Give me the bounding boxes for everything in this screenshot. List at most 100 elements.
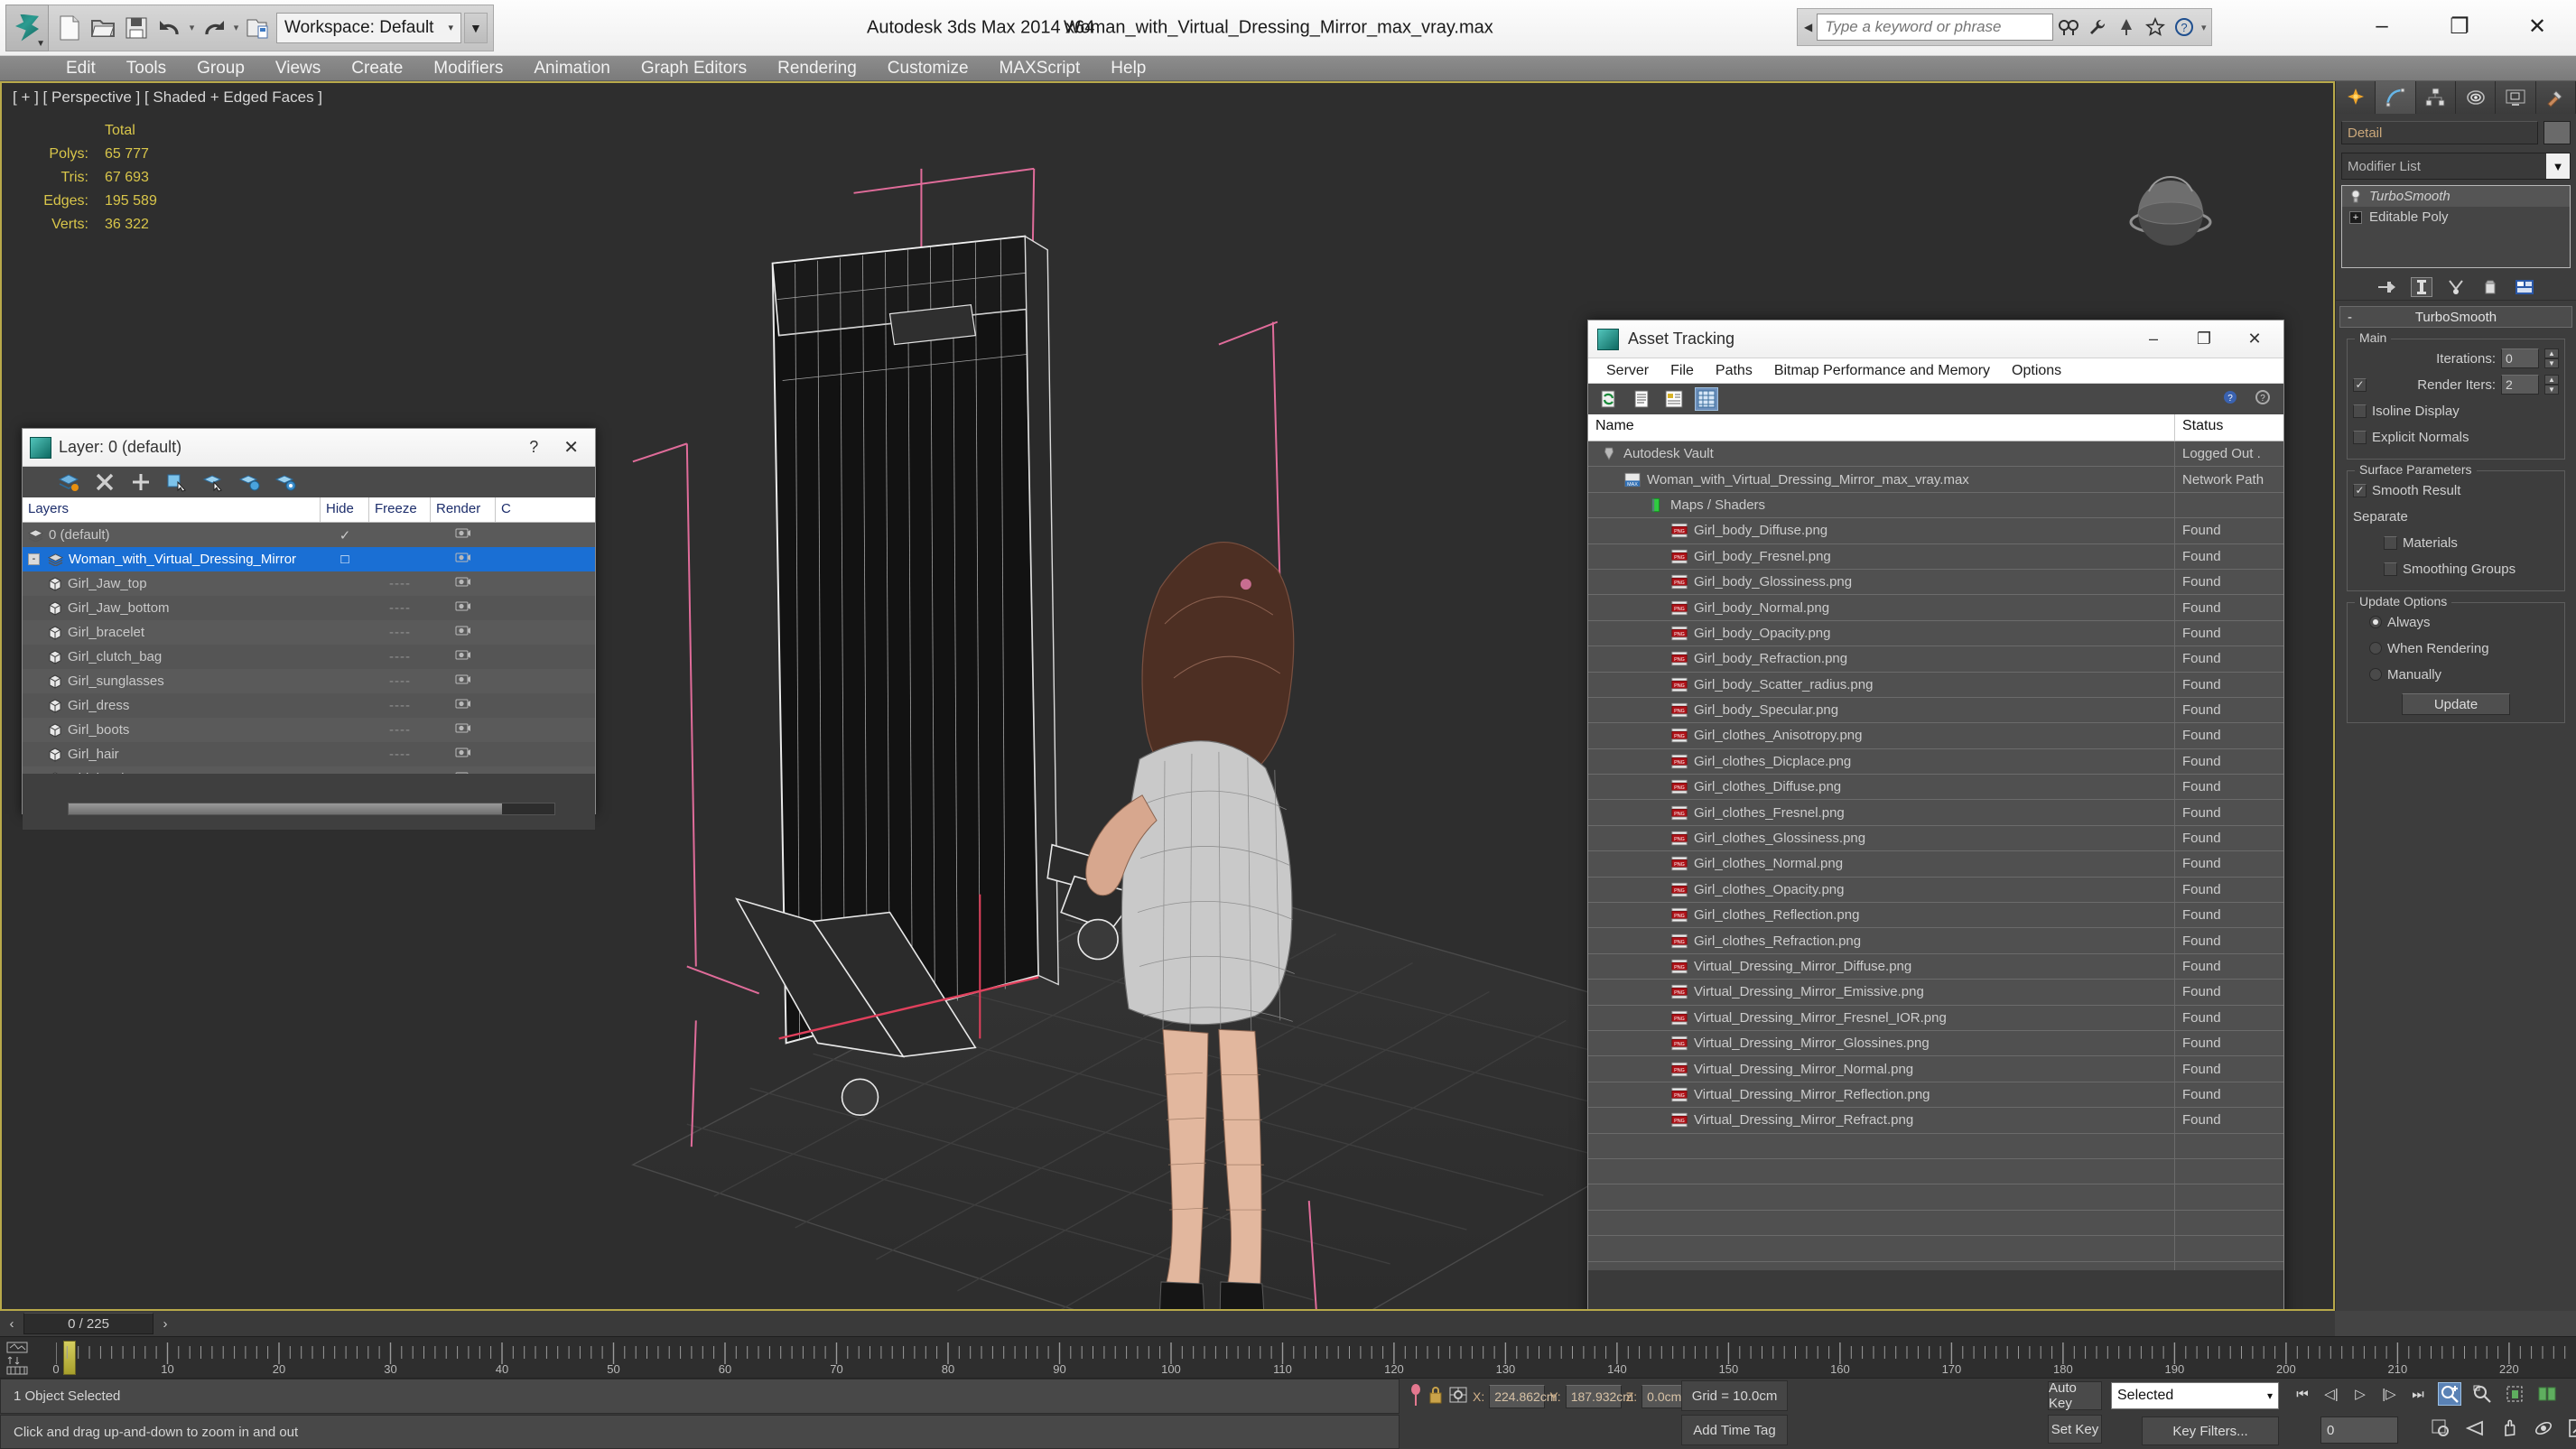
next-frame-icon[interactable]: |▷ — [2378, 1382, 2400, 1406]
make-unique-icon[interactable] — [2445, 277, 2467, 297]
delete-layer-icon[interactable] — [93, 471, 116, 493]
layer-row[interactable]: Girl_leash---- — [23, 766, 595, 774]
render-iters-checkbox[interactable]: ✓ — [2353, 377, 2367, 392]
asset-menu-options[interactable]: Options — [2001, 363, 2072, 379]
close-button[interactable]: ✕ — [2498, 0, 2576, 52]
explicit-normals-checkbox[interactable] — [2353, 430, 2367, 444]
view-cube[interactable] — [2113, 135, 2228, 251]
iterations-spinner[interactable]: ▲ ▼ — [2544, 348, 2559, 368]
maximize-viewport-toggle-icon[interactable] — [2566, 1416, 2576, 1440]
asset-maximize-button[interactable]: ❐ — [2179, 321, 2229, 358]
workspace-dropdown-button[interactable]: ▼ — [463, 12, 488, 43]
asset-row[interactable]: PNG Virtual_Dressing_Mirror_Diffuse.png Fo… — [1588, 953, 2283, 980]
help-dropdown-arrow[interactable]: ▾ — [2199, 22, 2208, 33]
asset-tracking-dialog[interactable]: Asset Tracking – ❐ ✕ Server File Paths B… — [1587, 320, 2284, 1309]
layer-freeze-cell[interactable]: ---- — [369, 698, 431, 713]
layer-row[interactable]: Girl_boots ---- — [23, 718, 595, 742]
save-file-button[interactable] — [121, 13, 152, 43]
update-manually-radio[interactable] — [2369, 668, 2382, 681]
project-folder-button[interactable] — [243, 13, 274, 43]
layer-freeze-cell[interactable]: ---- — [369, 747, 431, 762]
asset-row[interactable]: PNG Girl_body_Opacity.png Found — [1588, 620, 2283, 647]
asset-row[interactable]: PNG Girl_clothes_Opacity.png Found — [1588, 877, 2283, 904]
next-frame-button[interactable]: › — [153, 1312, 177, 1335]
layer-dialog-help-button[interactable]: ? — [520, 438, 547, 457]
layer-dialog[interactable]: Layer: 0 (default) ? ✕ Layers Hide Freez… — [22, 428, 596, 830]
frame-number-field[interactable]: 0 — [2320, 1416, 2398, 1444]
zoom-extents-all-icon[interactable] — [2535, 1382, 2559, 1406]
undo-dropdown-arrow[interactable]: ▾ — [188, 22, 196, 33]
asset-row[interactable]: PNG Virtual_Dressing_Mirror_Normal.png Fou… — [1588, 1056, 2283, 1082]
layer-freeze-cell[interactable]: ---- — [369, 576, 431, 591]
app-logo-button[interactable]: ▼ — [5, 4, 49, 51]
asset-minimize-button[interactable]: – — [2128, 321, 2179, 358]
layer-render-cell[interactable] — [431, 527, 496, 543]
layer-render-cell[interactable] — [431, 722, 496, 738]
update-always-radio[interactable] — [2369, 616, 2382, 628]
menu-animation[interactable]: Animation — [518, 56, 626, 81]
timeline-ruler[interactable] — [56, 1337, 2576, 1378]
layer-render-cell[interactable] — [431, 747, 496, 762]
menu-customize[interactable]: Customize — [872, 56, 984, 81]
asset-row[interactable]: PNG Girl_body_Fresnel.png Found — [1588, 543, 2283, 570]
asset-tracking-titlebar[interactable]: Asset Tracking – ❐ ✕ — [1588, 320, 2283, 358]
list-view-icon[interactable] — [1630, 387, 1653, 411]
play-animation-icon[interactable]: ▷ — [2349, 1382, 2371, 1406]
tab-hierarchy[interactable] — [2415, 81, 2456, 114]
select-layer-icon[interactable] — [201, 471, 225, 493]
layer-freeze-cell[interactable]: ---- — [369, 625, 431, 640]
menu-rendering[interactable]: Rendering — [762, 56, 872, 81]
modifier-list-dropdown[interactable]: Modifier List ▼ — [2341, 153, 2571, 180]
turbosmooth-rollup[interactable]: - TurboSmooth Main Iterations: 0 ▲ ▼ ✓ Re… — [2339, 306, 2572, 723]
smooth-result-checkbox[interactable]: ✓ — [2353, 483, 2367, 497]
layer-freeze-cell[interactable]: ---- — [369, 600, 431, 616]
asset-row[interactable]: PNG Virtual_Dressing_Mirror_Emissive.png F… — [1588, 980, 2283, 1006]
layer-row[interactable]: Girl_bracelet ---- — [23, 620, 595, 645]
asset-help-alt-icon[interactable]: ? — [2251, 387, 2274, 411]
asset-menu-paths[interactable]: Paths — [1705, 363, 1763, 379]
layer-freeze-cell[interactable]: ---- — [369, 649, 431, 664]
remove-modifier-icon[interactable] — [2479, 277, 2501, 297]
asset-row[interactable]: PNG Virtual_Dressing_Mirror_Fresnel_IOR.p… — [1588, 1005, 2283, 1031]
asset-row[interactable]: PNG Virtual_Dressing_Mirror_Glossines.png… — [1588, 1030, 2283, 1057]
previous-frame-icon[interactable]: ◁| — [2320, 1382, 2342, 1406]
asset-close-button[interactable]: ✕ — [2229, 321, 2280, 358]
absolute-relative-toggle-icon[interactable] — [1448, 1384, 1468, 1410]
tab-modify[interactable] — [2376, 81, 2416, 114]
infocenter-expand-icon[interactable]: ◀ — [1801, 21, 1815, 33]
object-name-input[interactable] — [2341, 121, 2538, 144]
layer-freeze-cell[interactable]: ---- — [369, 722, 431, 738]
asset-row[interactable]: PNG Girl_clothes_Diffuse.png Found — [1588, 775, 2283, 801]
update-when-rendering-radio[interactable] — [2369, 642, 2382, 655]
undo-button[interactable] — [154, 13, 185, 43]
tab-utilities[interactable] — [2535, 81, 2576, 114]
current-frame-display[interactable]: 0 / 225 — [23, 1313, 153, 1334]
layer-dialog-titlebar[interactable]: Layer: 0 (default) ? ✕ — [23, 429, 595, 467]
asset-row[interactable]: PNG Girl_body_Refraction.png Found — [1588, 646, 2283, 673]
layer-row[interactable]: Girl_clutch_bag ---- — [23, 645, 595, 669]
separate-materials-checkbox[interactable] — [2384, 535, 2397, 550]
goto-start-icon[interactable]: ⏮ — [2292, 1382, 2313, 1406]
select-objects-in-layer-icon[interactable] — [165, 471, 189, 493]
help-icon[interactable]: ? — [2171, 13, 2198, 42]
add-time-tag-button[interactable]: Add Time Tag — [1681, 1415, 1788, 1445]
asset-menu-bitmap-performance[interactable]: Bitmap Performance and Memory — [1763, 363, 2001, 379]
asset-row[interactable]: PNG Girl_clothes_Anisotropy.png Found — [1588, 723, 2283, 749]
pin-stack-icon[interactable] — [2376, 277, 2398, 297]
tab-display[interactable] — [2496, 81, 2536, 114]
rollup-header[interactable]: - TurboSmooth — [2339, 306, 2572, 328]
layer-freeze-cell[interactable]: ---- — [369, 673, 431, 689]
open-file-button[interactable] — [88, 13, 118, 43]
asset-table-body[interactable]: Autodesk Vault Logged Out . MAX Woman_with_… — [1588, 441, 2283, 1270]
favorites-star-icon[interactable] — [2142, 13, 2169, 42]
zoom-all-icon[interactable] — [2470, 1382, 2494, 1406]
asset-row[interactable]: PNG Girl_clothes_Dicplace.png Found — [1588, 748, 2283, 776]
asset-row[interactable]: MAX Woman_with_Virtual_Dressing_Mirror_ma… — [1588, 467, 2283, 493]
perspective-viewport[interactable]: [ + ] [ Perspective ] [ Shaded + Edged F… — [0, 81, 2335, 1311]
x-coordinate-field[interactable]: 224.862cm — [1489, 1385, 1558, 1408]
layer-row[interactable]: - Woman_with_Virtual_Dressing_Mirror □ — [23, 547, 595, 571]
asset-row[interactable]: PNG Virtual_Dressing_Mirror_Refract.png Fo… — [1588, 1108, 2283, 1134]
asset-row[interactable]: Maps / Shaders — [1588, 492, 2283, 519]
auto-key-button[interactable]: Auto Key — [2048, 1380, 2102, 1411]
goto-end-icon[interactable]: ⏭ — [2407, 1382, 2429, 1406]
